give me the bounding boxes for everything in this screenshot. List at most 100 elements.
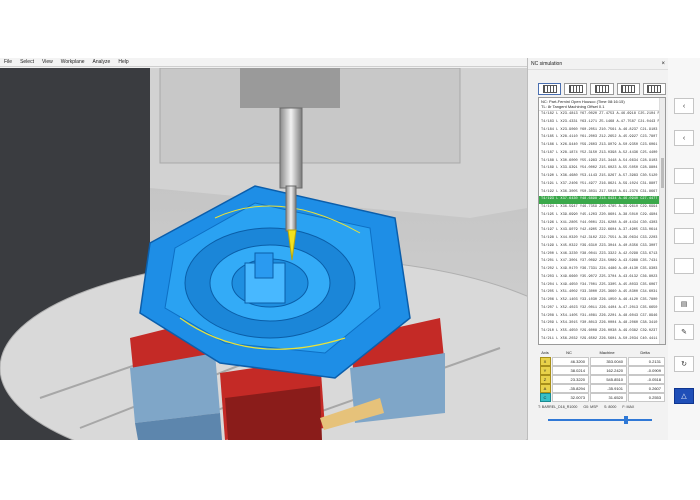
machine-value: 31.6520 [590, 393, 627, 402]
slider-knob[interactable] [624, 416, 628, 424]
nc-value: -35.8294 [552, 384, 589, 393]
machine-value: 545.8510 [590, 375, 627, 384]
menu-file[interactable]: File [4, 59, 12, 65]
close-icon[interactable]: × [661, 61, 665, 67]
axis-badge[interactable]: A [539, 384, 551, 393]
code-line[interactable]: T4/205 L X51.4002 Y33.3000 Z25.3660 A-45… [539, 289, 665, 297]
axis-badge[interactable]: Z [539, 375, 551, 384]
code-line[interactable]: T4/201 L X47.3001 Y37.0092 Z24.5089 A-43… [539, 258, 665, 266]
code-line[interactable]: T4/192 L X36.3005 Y50.3031 Z17.5018 A-61… [539, 189, 665, 197]
axis-row: X 46.3200 353.0040 0.2131 [538, 357, 666, 366]
nc-value: 38.0214 [552, 366, 589, 375]
code-line[interactable]: T4/186 L X26.9440 Y59.2603 Z13.9079 A-50… [539, 142, 665, 150]
status-msp: G0: MSP [583, 405, 598, 409]
header-machine: Machine [599, 350, 615, 355]
status-line: T: BARREL_D16_R1000 G0: MSP S: 8000 F: M… [538, 403, 666, 411]
machine-value: -35.9101 [590, 384, 627, 393]
code-line[interactable]: T4/188 L X30.6000 Y55.1983 Z15.3448 A-54… [539, 158, 665, 166]
tab-view-1[interactable] [538, 83, 562, 95]
triangle-icon[interactable]: △ [674, 388, 694, 404]
right-toolbar: ‹ ‹ ▤ ✎ ↻ △ [668, 58, 700, 440]
machine-icon[interactable]: ▤ [674, 296, 694, 312]
code-line[interactable]: T4/194 L X36.5947 Y46.7359 Z20.4785 A-39… [539, 204, 665, 212]
tool-icon[interactable]: ✎ [674, 324, 694, 340]
panel-header: NC simulation × [528, 58, 668, 70]
code-line[interactable]: T4/182 L X23.4813 Y67.0020 Z7.4753 A-46.… [539, 111, 665, 119]
code-line[interactable]: T4/203 L X49.6660 Y35.9072 Z25.3704 A-43… [539, 274, 665, 282]
menu-analyze[interactable]: Analyze [93, 59, 111, 65]
panel-title: NC simulation [531, 60, 563, 67]
axis-row: Y 38.0214 162.2420 -0.0909 [538, 366, 666, 375]
axis-badge[interactable]: X [539, 357, 551, 366]
code-line[interactable]: T4/184 L X23.9060 Y60.2051 Z10.7561 A-46… [539, 127, 665, 135]
grid-icon [595, 85, 609, 93]
code-line[interactable]: T4/183 L X23.4331 Y63.1271 Z5.1468 A-47.… [539, 119, 665, 127]
axis-cell: Y [538, 366, 552, 375]
tab-view-4[interactable] [616, 83, 640, 95]
nc-value: 23.3220 [552, 375, 589, 384]
code-line[interactable]: T4/207 L X52.4023 Y32.0011 Z26.4404 A-47… [539, 305, 665, 313]
menu-view[interactable]: View [42, 59, 53, 65]
code-line[interactable]: T4/187 L X28.1874 Y52.3150 Z13.0398 A-52… [539, 150, 665, 158]
code-line[interactable]: T4/190 L X36.4680 Y53.1143 Z15.9267 A-57… [539, 173, 665, 181]
axis-badge[interactable]: C [539, 393, 551, 402]
delta-value: 0.2607 [628, 384, 665, 393]
axis-cell: Z [538, 375, 552, 384]
blank-button-3[interactable] [674, 228, 694, 244]
code-line[interactable]: T4/202 L X49.0170 Y36.7331 Z24.4486 A-40… [539, 266, 665, 274]
grid-icon [647, 85, 662, 93]
code-line[interactable]: T4/212 L X57.3060 Y28.7310 Z26.3000 A-51… [539, 344, 665, 345]
code-line[interactable]: T4/199 L X45.0322 Y39.6310 Z23.3044 A-40… [539, 243, 665, 251]
axis-cell: X [538, 357, 552, 366]
grid-icon [621, 85, 636, 93]
code-line[interactable]: T4/191 L X37.2406 Y51.4977 Z16.8621 A-59… [539, 181, 665, 189]
code-line[interactable]: T4/206 L X52.1403 Y33.1030 Z26.1050 A-46… [539, 297, 665, 305]
3d-viewport[interactable] [0, 68, 527, 440]
header-axis: Axis [541, 350, 549, 355]
nc-program-list[interactable]: NC: Part-Fernini Open Housco (Time 08:16… [538, 97, 666, 345]
refresh-icon[interactable]: ↻ [674, 356, 694, 372]
code-line[interactable]: T4/197 L X43.9079 Y42.4905 Z22.6604 A-37… [539, 227, 665, 235]
view-mode-tabs [538, 83, 667, 95]
axis-table-header: Axis NC Machine Delta [538, 348, 666, 357]
blank-button-4[interactable] [674, 258, 694, 274]
header-delta: Delta [640, 350, 650, 355]
delta-value: -0.0518 [628, 375, 665, 384]
tab-view-5[interactable] [642, 83, 667, 95]
machine-value: 353.0040 [590, 357, 627, 366]
simulation-slider[interactable] [538, 415, 666, 425]
nav-left-icon[interactable]: ‹ [674, 98, 694, 114]
blank-button-2[interactable] [674, 198, 694, 214]
code-line[interactable]: T4/209 L X54.3015 Y30.8013 Z26.0004 A-48… [539, 320, 665, 328]
axis-table: Axis NC Machine Delta X 46.3200 353.0040 0.… [538, 348, 666, 402]
code-line[interactable]: T4/211 L X56.2032 Y29.6502 Z26.5601 A-50… [539, 336, 665, 344]
spindle-head [240, 68, 340, 108]
code-scrollbar[interactable] [659, 98, 665, 344]
code-line[interactable]: T4/185 L X28.4110 Y61.2003 Z12.2652 A-45… [539, 134, 665, 142]
code-line[interactable]: T4/196 L X41.2805 Y44.0001 Z21.6208 A-40… [539, 220, 665, 228]
nc-value: 46.3200 [552, 357, 589, 366]
program-header: NC: Part-Fernini Open Housco (Time 08:16… [539, 98, 665, 111]
tool-shank [285, 185, 297, 232]
code-line[interactable]: T4/189 L X33.9391 Y54.0002 Z15.6023 A-55… [539, 165, 665, 173]
code-line[interactable]: T4/193 L X37.6430 Y48.6898 Z18.6434 A-46… [539, 196, 665, 204]
nav-left-icon-2[interactable]: ‹ [674, 130, 694, 146]
code-line[interactable]: T4/198 L X44.0320 Y42.3102 Z22.7551 A-39… [539, 235, 665, 243]
scroll-thumb[interactable] [661, 158, 664, 188]
axis-badge[interactable]: Y [539, 366, 551, 375]
axis-row: A -35.8294 -35.9101 0.2607 [538, 384, 666, 393]
menu-select[interactable]: Select [20, 59, 34, 65]
grid-icon [542, 85, 557, 93]
code-line[interactable]: T4/195 L X39.6990 Y45.1203 Z20.8601 A-38… [539, 212, 665, 220]
axis-row: Z 23.3220 545.8510 -0.0518 [538, 375, 666, 384]
menu-help[interactable]: Help [118, 59, 128, 65]
code-lines: T4/182 L X23.4813 Y67.0020 Z7.4753 A-46.… [539, 111, 665, 345]
code-line[interactable]: T4/210 L X55.4650 Y29.6008 Z26.0038 A-49… [539, 328, 665, 336]
code-line[interactable]: T4/200 L X46.3230 Y38.0041 Z23.3322 A-42… [539, 251, 665, 259]
blank-button-1[interactable] [674, 168, 694, 184]
code-line[interactable]: T4/204 L X49.4650 Y34.7001 Z25.3305 A-45… [539, 282, 665, 290]
tab-view-3[interactable] [590, 83, 614, 95]
code-line[interactable]: T4/208 L X54.1405 Y31.4081 Z26.2201 A-48… [539, 313, 665, 321]
menu-workplane[interactable]: Workplane [61, 59, 85, 65]
tab-view-2[interactable] [564, 83, 588, 95]
